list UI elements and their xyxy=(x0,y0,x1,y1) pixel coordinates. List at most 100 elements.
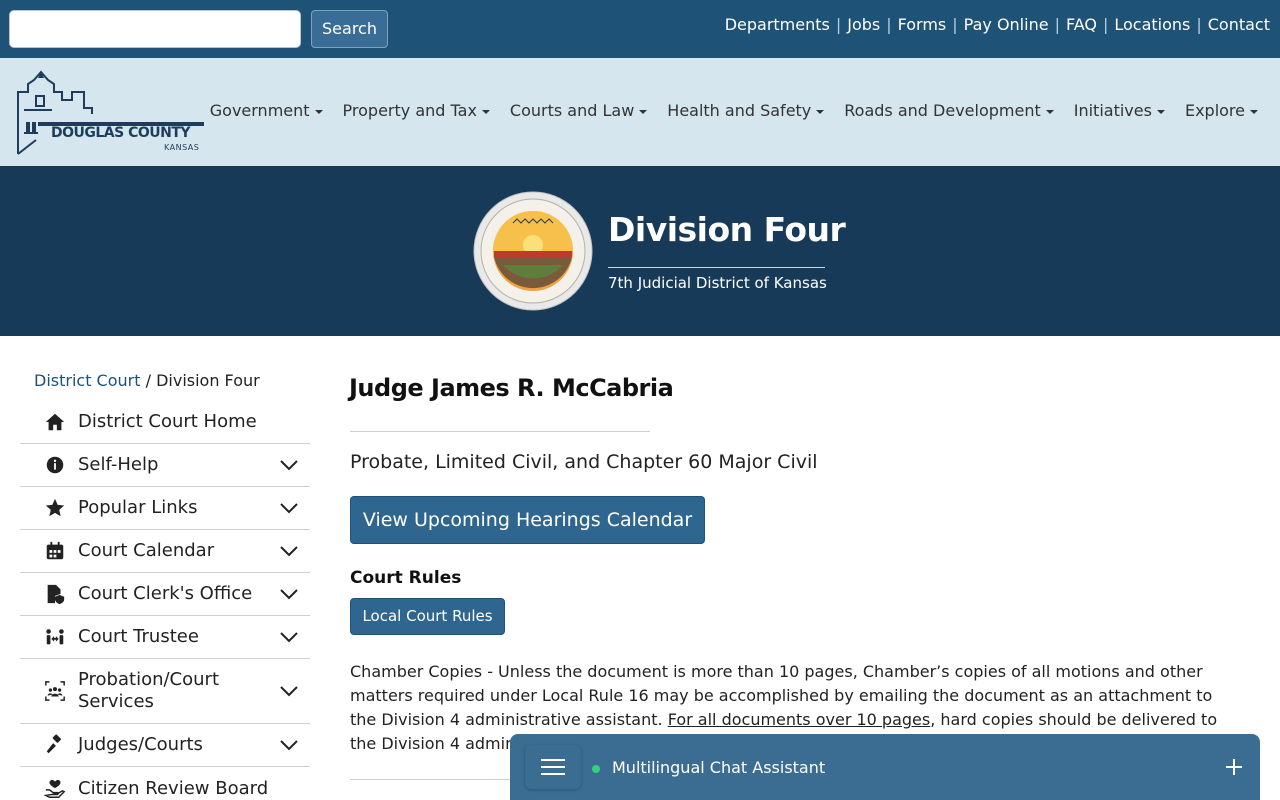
nav-label: Health and Safety xyxy=(667,101,812,120)
nav-label: Explore xyxy=(1184,101,1245,120)
link-pay-online[interactable]: Pay Online xyxy=(964,15,1049,34)
nav-label: Initiatives xyxy=(1073,101,1152,120)
sidebar-item-probation-court-services[interactable]: Probation/Court Services xyxy=(20,659,310,724)
breadcrumb-current: Division Four xyxy=(156,371,260,390)
main-navbar: DOUGLAS COUNTY KANSAS Government Propert… xyxy=(0,58,1280,166)
sidebar-item-label: Popular Links xyxy=(78,497,198,518)
link-departments[interactable]: Departments xyxy=(725,15,830,34)
nav-explore[interactable]: Explore xyxy=(1185,101,1258,120)
chevron-down-icon[interactable] xyxy=(280,545,298,557)
link-faq[interactable]: FAQ xyxy=(1066,15,1097,34)
group-icon xyxy=(45,681,65,701)
menu-bar xyxy=(541,773,565,775)
utility-bar: Search Departments | Jobs | Forms | Pay … xyxy=(0,0,1280,58)
search-button[interactable]: Search xyxy=(311,10,388,48)
caret-down-icon xyxy=(1250,109,1258,114)
gavel-icon xyxy=(46,734,61,754)
sidebar-item-self-help[interactable]: Self-Help xyxy=(20,444,310,487)
sidebar-item-label: Probation/Court Services xyxy=(78,669,220,712)
sidebar-item-popular-links[interactable]: Popular Links xyxy=(20,487,310,530)
caret-down-icon xyxy=(314,109,323,114)
chat-title[interactable]: Multilingual Chat Assistant xyxy=(612,758,825,777)
info-icon xyxy=(46,456,64,474)
nav-property-and-tax[interactable]: Property and Tax xyxy=(343,101,490,120)
county-logo[interactable]: DOUGLAS COUNTY KANSAS xyxy=(14,70,210,156)
nav-roads-and-development[interactable]: Roads and Development xyxy=(844,101,1054,120)
sidebar-item-label: Court Trustee xyxy=(78,626,199,647)
nav-label: Property and Tax xyxy=(342,101,477,120)
link-locations[interactable]: Locations xyxy=(1114,15,1190,34)
star-icon xyxy=(45,498,65,517)
chat-widget[interactable]: Multilingual Chat Assistant xyxy=(510,734,1260,800)
breadcrumb: District Court / Division Four xyxy=(34,371,260,390)
chevron-down-icon[interactable] xyxy=(280,588,298,600)
view-hearings-calendar-button[interactable]: View Upcoming Hearings Calendar xyxy=(350,496,705,544)
people-arrows-icon xyxy=(46,629,64,645)
chevron-down-icon[interactable] xyxy=(280,739,298,751)
caret-down-icon xyxy=(1045,109,1054,114)
separator: | xyxy=(1196,15,1202,34)
nav-courts-and-law[interactable]: Courts and Law xyxy=(509,101,648,120)
division-jurisdiction: Probate, Limited Civil, and Chapter 60 M… xyxy=(350,451,818,473)
link-jobs[interactable]: Jobs xyxy=(847,15,880,34)
search-input[interactable] xyxy=(9,10,301,48)
logo-subtext: KANSAS xyxy=(164,143,200,152)
menu-bar xyxy=(541,759,565,761)
page-banner: Division Four 7th Judicial District of K… xyxy=(0,166,1280,336)
sidebar-item-label: Judges/Courts xyxy=(78,734,203,755)
separator: | xyxy=(886,15,892,34)
sidebar-item-court-calendar[interactable]: Court Calendar xyxy=(20,530,310,573)
chevron-down-icon[interactable] xyxy=(280,685,298,697)
chevron-down-icon[interactable] xyxy=(280,459,298,471)
caret-down-icon xyxy=(481,109,490,114)
sidebar-item-label: Court Calendar xyxy=(78,540,215,561)
divider xyxy=(350,431,650,432)
sidebar-nav: District Court Home Self-Help Popular Li… xyxy=(20,401,310,800)
chevron-down-icon[interactable] xyxy=(280,631,298,643)
chevron-down-icon[interactable] xyxy=(280,502,298,514)
nav-initiatives[interactable]: Initiatives xyxy=(1074,101,1165,120)
caret-down-icon xyxy=(816,109,825,114)
nav-label: Government xyxy=(209,101,310,120)
hand-heart-icon xyxy=(44,779,66,798)
sidebar-item-court-trustee[interactable]: Court Trustee xyxy=(20,616,310,659)
home-icon xyxy=(45,413,65,431)
breadcrumb-separator: / xyxy=(140,371,157,390)
file-shield-icon xyxy=(47,584,65,605)
sidebar-item-label: Citizen Review Board xyxy=(78,777,269,799)
court-rules-heading: Court Rules xyxy=(350,568,462,588)
sidebar-item-label: District Court Home xyxy=(78,411,257,432)
caret-down-icon xyxy=(1156,109,1165,114)
divider xyxy=(350,779,530,780)
divider xyxy=(608,267,825,268)
nav-government[interactable]: Government xyxy=(210,101,323,120)
plus-icon[interactable] xyxy=(1224,757,1244,777)
logo-text: DOUGLAS COUNTY xyxy=(51,125,191,141)
separator: | xyxy=(952,15,958,34)
page-title: Division Four xyxy=(608,210,846,249)
sidebar-item-citizen-review-board[interactable]: Citizen Review Board xyxy=(20,767,310,800)
link-contact[interactable]: Contact xyxy=(1208,15,1270,34)
chamber-emphasis: For all documents over 10 pages xyxy=(667,710,931,729)
caret-down-icon xyxy=(639,109,648,114)
link-forms[interactable]: Forms xyxy=(898,15,947,34)
separator: | xyxy=(1054,15,1060,34)
separator: | xyxy=(835,15,842,34)
nav-label: Courts and Law xyxy=(509,101,635,120)
local-court-rules-button[interactable]: Local Court Rules xyxy=(350,598,505,635)
page-subtitle: 7th Judicial District of Kansas xyxy=(608,274,827,292)
sidebar-item-label: Court Clerk's Office xyxy=(78,583,253,604)
kansas-state-seal-icon xyxy=(473,191,593,311)
menu-bar xyxy=(541,766,565,768)
separator: | xyxy=(1102,15,1109,34)
breadcrumb-link-district-court[interactable]: District Court xyxy=(34,371,141,390)
sidebar-item-district-court-home[interactable]: District Court Home xyxy=(20,401,310,444)
chat-menu-button[interactable] xyxy=(525,745,581,789)
sidebar-item-judges-courts[interactable]: Judges/Courts xyxy=(20,724,310,767)
nav-health-and-safety[interactable]: Health and Safety xyxy=(667,101,825,120)
sidebar-item-label: Self-Help xyxy=(78,454,159,475)
judge-name-heading: Judge James R. McCabria xyxy=(349,374,674,402)
sidebar-item-court-clerks-office[interactable]: Court Clerk's Office xyxy=(20,573,310,616)
utility-links: Departments | Jobs | Forms | Pay Online … xyxy=(725,15,1270,34)
calendar-icon xyxy=(46,541,64,560)
